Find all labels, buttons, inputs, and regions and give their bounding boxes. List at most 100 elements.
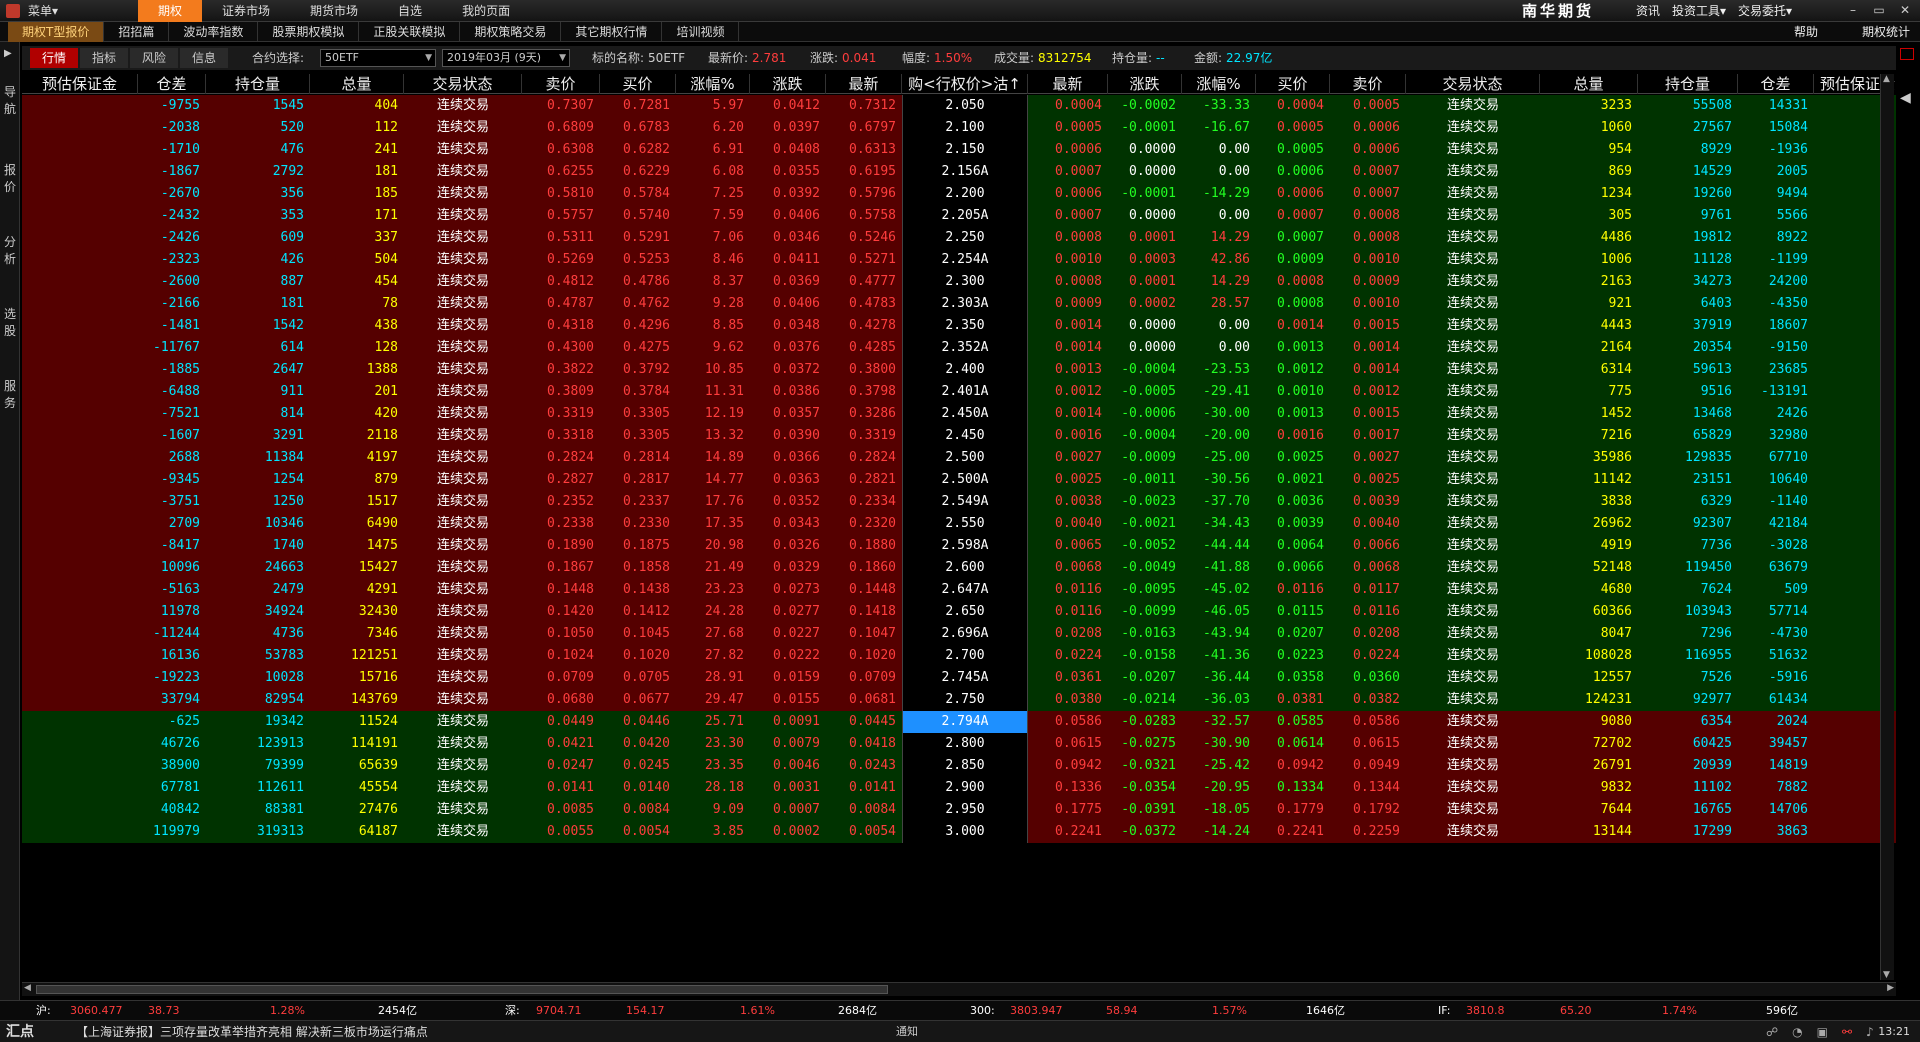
call-coi-cell[interactable]: 476 <box>206 139 310 161</box>
call-cb-cell[interactable]: 0.4786 <box>600 271 676 293</box>
subtab-4[interactable]: 正股关联模拟 <box>359 22 461 42</box>
call-coi-cell[interactable]: 426 <box>206 249 310 271</box>
call-cp-cell[interactable]: 14.77 <box>676 469 750 491</box>
call-coi-cell[interactable]: 2647 <box>206 359 310 381</box>
call-cp-cell[interactable]: 12.19 <box>676 403 750 425</box>
put-pp-cell[interactable]: -36.03 <box>1182 689 1256 711</box>
header-15[interactable]: 卖价 <box>1330 74 1406 94</box>
call-cd-cell[interactable]: -7521 <box>138 403 206 425</box>
put-pp-cell[interactable]: -25.00 <box>1182 447 1256 469</box>
call-cc-cell[interactable]: 0.0372 <box>750 359 826 381</box>
put-pb-cell[interactable]: 0.0066 <box>1256 557 1330 579</box>
margin-cell[interactable] <box>22 271 138 293</box>
put-pb-cell[interactable]: 0.0013 <box>1256 403 1330 425</box>
call-coi-cell[interactable]: 614 <box>206 337 310 359</box>
call-cl-cell[interactable]: 0.1448 <box>826 579 902 601</box>
put-pb-cell[interactable]: 0.0004 <box>1256 95 1330 117</box>
call-cv-cell[interactable]: 6490 <box>310 513 404 535</box>
put-ps-cell[interactable]: 0.0014 <box>1330 337 1406 359</box>
call-cc-cell[interactable]: 0.0329 <box>750 557 826 579</box>
call-coi-cell[interactable]: 4736 <box>206 623 310 645</box>
trade-menu[interactable]: 交易委托▾ <box>1738 0 1792 22</box>
margin-cell[interactable] <box>22 535 138 557</box>
strike-cell[interactable]: 2.500A <box>902 469 1028 491</box>
left-nav-item-4[interactable]: 服务 <box>2 378 18 412</box>
close-icon[interactable]: ✕ <box>1894 2 1916 18</box>
put-pb-cell[interactable]: 0.0064 <box>1256 535 1330 557</box>
call-cs-cell[interactable]: 0.0680 <box>522 689 600 711</box>
put-poi-cell[interactable]: 19812 <box>1638 227 1738 249</box>
call-cb-cell[interactable]: 0.0705 <box>600 667 676 689</box>
put-pl-cell[interactable]: 0.0361 <box>1028 667 1108 689</box>
call-cs-cell[interactable]: 0.7307 <box>522 95 600 117</box>
put-pp-cell[interactable]: 28.57 <box>1182 293 1256 315</box>
call-cl-cell[interactable]: 0.1047 <box>826 623 902 645</box>
call-cv-cell[interactable]: 1388 <box>310 359 404 381</box>
status-cell[interactable]: 连续交易 <box>1406 249 1540 271</box>
call-cb-cell[interactable]: 0.5784 <box>600 183 676 205</box>
status-cell[interactable]: 连续交易 <box>404 249 522 271</box>
call-cv-cell[interactable]: 879 <box>310 469 404 491</box>
call-cs-cell[interactable]: 0.3318 <box>522 425 600 447</box>
put-ps-cell[interactable]: 0.0010 <box>1330 249 1406 271</box>
put-pp-cell[interactable]: -30.56 <box>1182 469 1256 491</box>
call-cc-cell[interactable]: 0.0079 <box>750 733 826 755</box>
strike-cell[interactable]: 2.401A <box>902 381 1028 403</box>
call-cs-cell[interactable]: 0.0449 <box>522 711 600 733</box>
put-ps-cell[interactable]: 0.0027 <box>1330 447 1406 469</box>
subtab-1[interactable]: 招招篇 <box>104 22 170 42</box>
status-cell[interactable]: 连续交易 <box>1406 711 1540 733</box>
put-pc-cell[interactable]: -0.0006 <box>1108 403 1182 425</box>
table-row[interactable]: -2166 181 78 连续交易 0.4787 0.4762 9.28 0.0406 0.47… <box>22 293 1896 315</box>
call-cp-cell[interactable]: 9.62 <box>676 337 750 359</box>
status-cell[interactable]: 连续交易 <box>404 293 522 315</box>
call-coi-cell[interactable]: 53783 <box>206 645 310 667</box>
put-pb-cell[interactable]: 0.2241 <box>1256 821 1330 843</box>
call-cv-cell[interactable]: 504 <box>310 249 404 271</box>
call-cl-cell[interactable]: 0.2320 <box>826 513 902 535</box>
strike-cell[interactable]: 2.850 <box>902 755 1028 777</box>
call-coi-cell[interactable]: 520 <box>206 117 310 139</box>
put-pl-cell[interactable]: 0.0224 <box>1028 645 1108 667</box>
status-cell[interactable]: 连续交易 <box>1406 425 1540 447</box>
put-pl-cell[interactable]: 0.2241 <box>1028 821 1108 843</box>
status-cell[interactable]: 连续交易 <box>404 117 522 139</box>
put-poi-cell[interactable]: 34273 <box>1638 271 1738 293</box>
status-cell[interactable]: 连续交易 <box>1406 733 1540 755</box>
call-cs-cell[interactable]: 0.0085 <box>522 799 600 821</box>
table-row[interactable]: -9755 1545 404 连续交易 0.7307 0.7281 5.97 0.0412 0.… <box>22 95 1896 117</box>
margin-cell[interactable] <box>22 513 138 535</box>
put-ps-cell[interactable]: 0.0005 <box>1330 95 1406 117</box>
table-row[interactable]: -625 19342 11524 连续交易 0.0449 0.0446 25.71 0.009… <box>22 711 1896 733</box>
put-pl-cell[interactable]: 0.0116 <box>1028 601 1108 623</box>
margin-cell[interactable] <box>22 579 138 601</box>
call-cs-cell[interactable]: 0.1024 <box>522 645 600 667</box>
put-pc-cell[interactable]: 0.0000 <box>1108 337 1182 359</box>
put-pv-cell[interactable]: 72702 <box>1540 733 1638 755</box>
put-poi-cell[interactable]: 6354 <box>1638 711 1738 733</box>
put-pb-cell[interactable]: 0.0036 <box>1256 491 1330 513</box>
put-pl-cell[interactable]: 0.0014 <box>1028 315 1108 337</box>
horizontal-scrollbar[interactable]: ◀ ▶ <box>22 982 1896 996</box>
strike-cell[interactable]: 2.200 <box>902 183 1028 205</box>
status-cell[interactable]: 连续交易 <box>1406 293 1540 315</box>
put-pb-cell[interactable]: 0.0116 <box>1256 579 1330 601</box>
table-row[interactable]: -1885 2647 1388 连续交易 0.3822 0.3792 10.85 0.0372… <box>22 359 1896 381</box>
call-cs-cell[interactable]: 0.4812 <box>522 271 600 293</box>
table-row[interactable]: -9345 1254 879 连续交易 0.2827 0.2817 14.77 0.0363 0… <box>22 469 1896 491</box>
call-cv-cell[interactable]: 404 <box>310 95 404 117</box>
put-poi-cell[interactable]: 27567 <box>1638 117 1738 139</box>
put-pp-cell[interactable]: -20.95 <box>1182 777 1256 799</box>
header-1[interactable]: 仓差 <box>138 74 206 94</box>
tab-options[interactable]: 期权 <box>138 0 203 22</box>
call-cd-cell[interactable]: -8417 <box>138 535 206 557</box>
call-cc-cell[interactable]: 0.0411 <box>750 249 826 271</box>
call-cc-cell[interactable]: 0.0273 <box>750 579 826 601</box>
call-cb-cell[interactable]: 0.0420 <box>600 733 676 755</box>
put-pc-cell[interactable]: -0.0095 <box>1108 579 1182 601</box>
call-cl-cell[interactable]: 0.3319 <box>826 425 902 447</box>
status-cell[interactable]: 连续交易 <box>1406 623 1540 645</box>
put-pv-cell[interactable]: 8047 <box>1540 623 1638 645</box>
put-pc-cell[interactable]: -0.0321 <box>1108 755 1182 777</box>
put-pc-cell[interactable]: -0.0214 <box>1108 689 1182 711</box>
